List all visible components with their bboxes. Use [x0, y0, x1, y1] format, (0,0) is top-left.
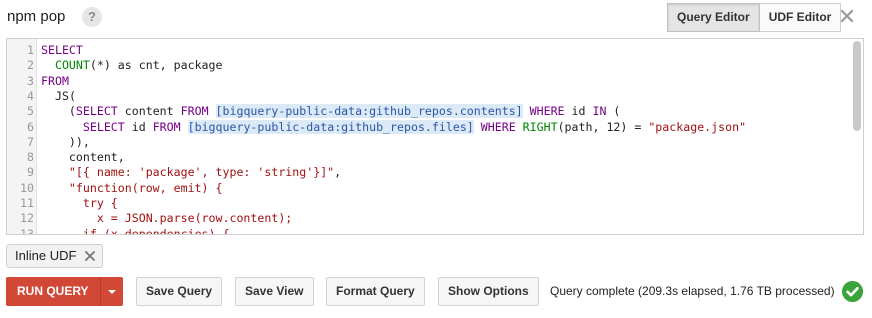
code-text: JS	[54, 88, 69, 103]
code-text: (	[68, 88, 76, 103]
function-token: COUNT	[54, 58, 90, 73]
line-number: 13	[20, 226, 34, 235]
remove-chip-icon[interactable]	[84, 250, 96, 262]
run-options-dropdown[interactable]	[99, 277, 123, 306]
check-circle-icon	[842, 281, 863, 302]
query-header: npm pop ? Query Editor UDF Editor	[0, 0, 872, 36]
string-token: "function(row, emit) {	[68, 180, 223, 195]
keyword-token: SELECT	[41, 43, 83, 57]
code-line: FROM	[41, 74, 69, 89]
code-text: (	[606, 104, 621, 119]
help-icon[interactable]: ?	[82, 7, 102, 27]
code-text: id	[564, 104, 593, 119]
line-number: 4	[27, 88, 34, 103]
code-text: (	[68, 104, 76, 119]
table-reference: [bigquery-public-data:github_repos.files…	[187, 119, 474, 134]
keyword-token: SELECT	[75, 104, 118, 119]
line-number: 11	[20, 196, 34, 210]
code-line: SELECT	[41, 43, 83, 58]
query-status-text: Query complete (209.3s elapsed, 1.76 TB …	[550, 284, 835, 298]
code-line: )),	[41, 135, 90, 150]
code-text: content,	[68, 150, 125, 165]
tab-query-editor[interactable]: Query Editor	[667, 3, 760, 32]
code-line: "[{ name: 'package', type: 'string'}]",	[41, 165, 341, 180]
editor-scrollbar[interactable]	[853, 41, 861, 131]
table-reference: [bigquery-public-data:github_repos.conte…	[215, 104, 523, 119]
keyword-token: FROM	[152, 119, 181, 134]
code-line: JS(	[41, 89, 76, 104]
code-line: COUNT(*) as cnt, package	[41, 58, 223, 73]
format-query-button[interactable]: Format Query	[326, 277, 425, 306]
line-number: 10	[20, 180, 34, 195]
line-number: 8	[27, 150, 34, 165]
line-number: 5	[27, 104, 34, 119]
code-text: ,	[334, 165, 342, 180]
code-text: (path, 12) =	[557, 119, 649, 134]
code-line: SELECT id FROM [bigquery-public-data:git…	[41, 119, 747, 135]
show-options-button[interactable]: Show Options	[438, 277, 539, 306]
line-number: 6	[27, 119, 34, 134]
code-line: (SELECT content FROM [bigquery-public-da…	[41, 104, 620, 119]
code-line: x = JSON.parse(row.content);	[41, 211, 292, 226]
keyword-token: FROM	[41, 73, 69, 88]
string-token: x = JSON.parse(row.content);	[96, 211, 293, 226]
code-line: if (x.dependencies) {	[41, 226, 230, 235]
keyword-token: IN	[592, 104, 607, 119]
line-number: 7	[27, 134, 34, 149]
inline-udf-chip[interactable]: Inline UDF	[6, 244, 104, 268]
udf-chip-label: Inline UDF	[15, 248, 77, 263]
string-token: if (x.dependencies) {	[82, 226, 230, 235]
code-line: try {	[41, 196, 118, 211]
string-token: "package.json"	[648, 119, 747, 134]
keyword-token: WHERE	[480, 119, 516, 134]
close-icon[interactable]	[838, 7, 856, 25]
keyword-token: FROM	[180, 104, 209, 119]
string-token: "[{ name: 'package', type: 'string'}]"	[68, 165, 335, 180]
line-number: 3	[27, 73, 34, 88]
keyword-token: SELECT	[82, 119, 125, 134]
line-number-gutter: 1 2 3 4 5 6 7 8 9 10 11 12 13	[7, 39, 37, 234]
code-text: content	[117, 104, 181, 119]
run-query-button-group: RUN QUERY	[6, 277, 123, 306]
code-text: )),	[68, 134, 90, 149]
code-line: content,	[41, 150, 125, 165]
function-token: RIGHT	[522, 119, 558, 134]
line-number: 1	[27, 43, 34, 57]
query-title: npm pop	[7, 8, 66, 25]
editor-mode-tabs: Query Editor UDF Editor	[667, 3, 842, 32]
keyword-token: WHERE	[529, 104, 565, 119]
code-text: id	[124, 119, 153, 134]
sql-editor[interactable]: 1 2 3 4 5 6 7 8 9 10 11 12 13 SELECT COU…	[6, 38, 864, 235]
save-query-button[interactable]: Save Query	[136, 277, 223, 306]
run-query-button[interactable]: RUN QUERY	[6, 277, 100, 306]
tab-udf-editor[interactable]: UDF Editor	[759, 3, 842, 32]
line-number: 12	[20, 211, 34, 226]
chevron-down-icon	[107, 290, 116, 294]
line-number: 2	[27, 58, 34, 73]
string-token: try {	[82, 196, 118, 210]
code-line: "function(row, emit) {	[41, 180, 223, 196]
save-view-button[interactable]: Save View	[235, 277, 314, 306]
code-text: (*) as cnt, package	[89, 58, 223, 73]
line-number: 9	[27, 165, 34, 180]
code-area[interactable]: SELECT COUNT(*) as cnt, package FROM JS(…	[41, 39, 849, 234]
